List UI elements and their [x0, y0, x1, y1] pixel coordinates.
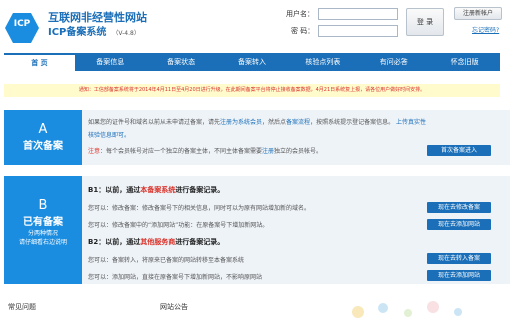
transfer-record-button[interactable]: 现在去转入备案 — [427, 253, 491, 264]
site-title-line2: ICP备案系统 （V-4.8） — [48, 23, 140, 38]
logo-mark: ICP — [13, 19, 31, 29]
verification-info-link[interactable]: 核验信息即可。 — [88, 132, 130, 139]
b2-heading: B2：以前，通过其他服务商进行备案记录。 — [88, 238, 225, 246]
add-site-button[interactable]: 现在去添加网站 — [427, 219, 491, 230]
password-input[interactable] — [318, 25, 398, 37]
version-label: （V-4.8） — [112, 30, 140, 37]
modify-record-button[interactable]: 现在去修改备案 — [427, 202, 491, 213]
b2-line2: 您可以：添加网站，直接在原备案号下增加新网站，不影响原网站 — [88, 274, 263, 281]
password-label: 密 码： — [291, 27, 315, 35]
existing-record-title: 已有备案 — [23, 217, 63, 228]
announcement-heading: 网站公告 — [160, 303, 188, 311]
b1-line2: 您可以：修改备案中的“添加网站”功能：在原备案号下增加新网站。 — [88, 222, 269, 229]
existing-record-sub1: 分两种情况 — [27, 230, 58, 237]
upload-verification-link[interactable]: 上传真实性 — [396, 119, 426, 126]
forgot-password-link[interactable]: 忘记密码? — [472, 25, 499, 34]
existing-record-sub2: 请仔细看右边说明 — [18, 239, 67, 246]
record-process-link[interactable]: 备案流程 — [286, 119, 310, 126]
main-nav: 首 页 备案信息 备案状态 备案转入 核验点列表 有问必答 怀念旧版 — [4, 53, 500, 71]
nav-record-status[interactable]: 备案状态 — [146, 53, 217, 71]
first-record-title: 首次备案 — [23, 141, 63, 152]
notice-banner: 通知：工信部备案系统将于2014年4月11日至4月20日进行升级，在此期间备案平… — [4, 84, 500, 97]
note-register-link[interactable]: 注册 — [262, 148, 274, 155]
register-member-link[interactable]: 注册为系统会员 — [220, 119, 262, 126]
add-site-button-2[interactable]: 现在去添加网站 — [427, 270, 491, 281]
first-record-note: 注意：每个会员帐号对应一个独立的备案主体，不同主体备案需要注册独立的会员帐号。 — [88, 148, 323, 155]
badge-letter-a: A — [38, 122, 48, 137]
first-record-line1: 如果您的证件号和域名以前从未申请过备案，请先注册为系统会员，然后点备案流程，按照… — [88, 119, 427, 126]
first-record-badge: A 首次备案 — [4, 110, 82, 165]
badge-letter-b: B — [38, 198, 48, 213]
nav-old-version[interactable]: 怀念旧版 — [429, 53, 500, 71]
nav-record-transfer[interactable]: 备案转入 — [217, 53, 288, 71]
register-button[interactable]: 注册新帐户 — [454, 7, 502, 20]
username-label: 用户名： — [286, 10, 314, 18]
site-title-text: ICP备案系统 — [48, 27, 107, 38]
b1-heading: B1：以前，通过本备案系统进行备案记录。 — [88, 186, 225, 194]
b2-line1: 您可以：备案转入，将原来已备案的网站转移至本备案系统 — [88, 257, 245, 264]
b1-line1: 您可以：修改备案：修改备案号下的相关信息，同时可以为原有网站增加新的域名。 — [88, 205, 311, 212]
nav-faq[interactable]: 有问必答 — [358, 53, 429, 71]
first-record-enter-button[interactable]: 首次备案进入 — [427, 145, 491, 156]
nav-verification-points[interactable]: 核验点列表 — [287, 53, 358, 71]
nav-home[interactable]: 首 页 — [4, 53, 75, 71]
nav-record-info[interactable]: 备案信息 — [75, 53, 146, 71]
existing-record-badge: B 已有备案 分两种情况 请仔细看右边说明 — [4, 176, 82, 284]
login-button[interactable]: 登 录 — [406, 8, 444, 36]
first-record-line2: 核验信息即可。 — [88, 130, 130, 139]
faq-heading: 常见问题 — [8, 303, 36, 311]
decorative-dots-icon — [352, 301, 462, 318]
username-input[interactable] — [318, 8, 398, 20]
